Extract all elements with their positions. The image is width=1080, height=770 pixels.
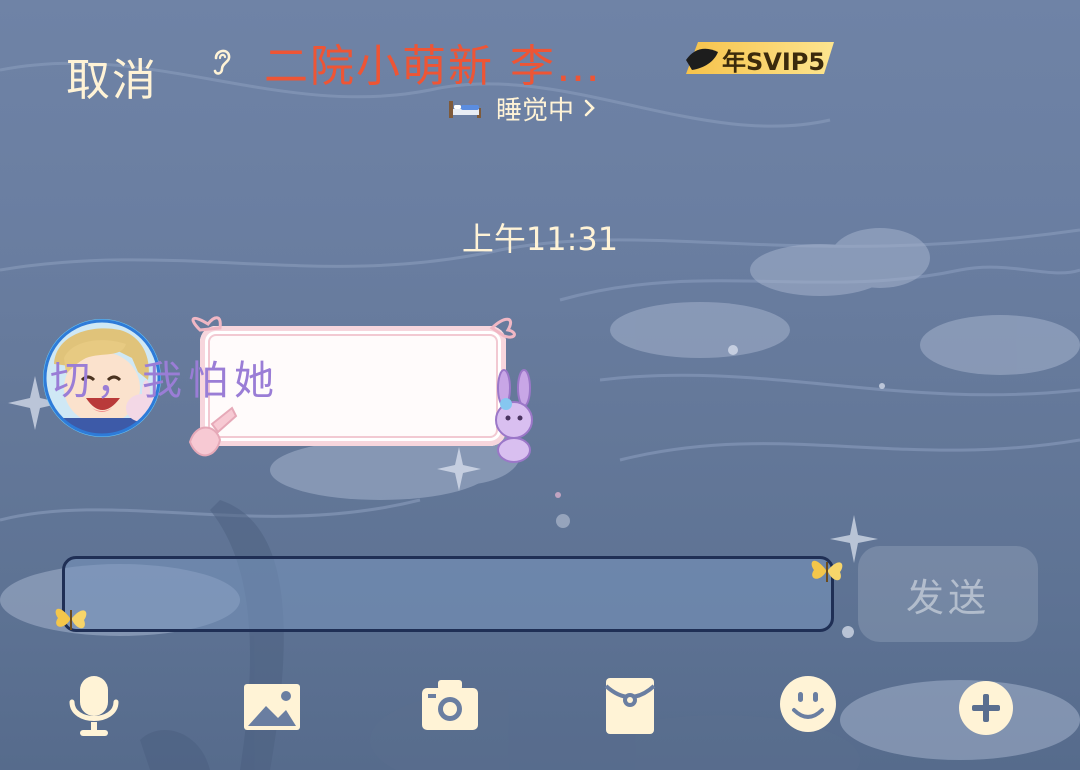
contact-name[interactable]: 二院小萌新 李…: [264, 30, 602, 94]
ear-icon[interactable]: [208, 44, 236, 78]
status-row[interactable]: 睡觉中: [448, 92, 596, 126]
plus-icon[interactable]: [954, 672, 1018, 740]
send-button[interactable]: 发送: [858, 546, 1038, 642]
vip-badge[interactable]: 年SVIP5: [684, 38, 836, 78]
chat-screen: 取消 二院小萌新 李… 年SVIP5 睡觉中 上午11:31 切，我怕她 发送: [0, 0, 1080, 770]
cancel-button[interactable]: 取消: [66, 44, 158, 108]
chevron-right-icon: [584, 99, 595, 117]
butterfly-icon-2: [811, 560, 843, 582]
emoji-icon[interactable]: [776, 672, 840, 740]
red-packet-icon[interactable]: [598, 672, 662, 740]
message-timestamp: 上午11:31: [461, 220, 619, 258]
status-text: 睡觉中: [496, 95, 575, 126]
image-icon[interactable]: [240, 672, 304, 740]
camera-icon[interactable]: [418, 672, 482, 740]
message-text: 切，我怕她: [50, 358, 280, 404]
message-input[interactable]: [62, 556, 834, 632]
butterfly-icon: [55, 608, 87, 630]
microphone-icon[interactable]: [62, 672, 126, 740]
vip-badge-label: 年SVIP5: [722, 48, 826, 76]
bed-icon: [449, 101, 481, 118]
